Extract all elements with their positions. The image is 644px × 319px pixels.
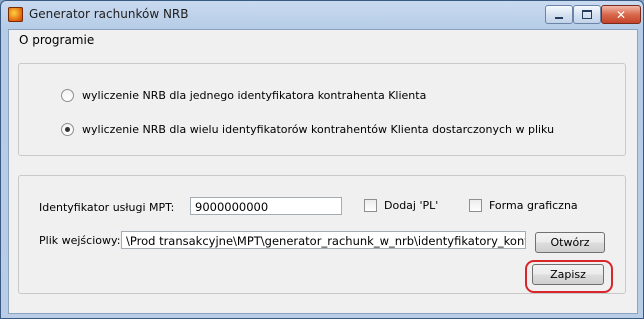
add-pl-label: Dodaj 'PL'	[384, 199, 439, 212]
mode-group: wyliczenie NRB dla jednego identyfikator…	[18, 63, 626, 156]
main-window: Generator rachunków NRB ✕ O programie wy…	[0, 0, 644, 319]
graphic-form-checkbox[interactable]: Forma graficzna	[469, 199, 578, 212]
graphic-form-label: Forma graficzna	[489, 199, 578, 212]
input-file-path[interactable]: \Prod transakcyjne\MPT\generator_rachunk…	[121, 231, 526, 249]
input-file-label: Plik wejściowy:	[39, 234, 121, 247]
minimize-button[interactable]	[545, 5, 573, 24]
client-area: O programie wyliczenie NRB dla jednego i…	[8, 29, 638, 314]
add-pl-checkbox[interactable]: Dodaj 'PL'	[364, 199, 438, 212]
maximize-icon	[582, 10, 592, 19]
save-button[interactable]: Zapisz	[532, 264, 604, 285]
maximize-button[interactable]	[573, 5, 601, 24]
close-icon: ✕	[615, 7, 627, 22]
radio-single-id[interactable]: wyliczenie NRB dla jednego identyfikator…	[61, 89, 426, 102]
service-id-input[interactable]: 9000000000	[190, 197, 342, 215]
radio-single-label: wyliczenie NRB dla jednego identyfikator…	[82, 89, 427, 102]
radio-multi-label: wyliczenie NRB dla wielu identyfikatorów…	[82, 123, 555, 136]
radio-multi-id[interactable]: wyliczenie NRB dla wielu identyfikatorów…	[61, 123, 554, 136]
minimize-icon	[555, 16, 563, 19]
title-bar[interactable]: Generator rachunków NRB ✕	[1, 1, 643, 29]
service-id-label: Identyfikator usługi MPT:	[39, 201, 175, 214]
app-icon	[8, 7, 23, 22]
radio-button-multi[interactable]	[61, 123, 74, 136]
graphic-form-checkbox-box[interactable]	[469, 199, 482, 212]
settings-group: Identyfikator usługi MPT: 9000000000 Dod…	[18, 175, 626, 294]
menu-item-o-programie[interactable]: O programie	[19, 33, 94, 47]
menu-bar: O programie	[9, 30, 637, 50]
radio-button-single[interactable]	[61, 89, 74, 102]
window-title: Generator rachunków NRB	[29, 7, 189, 21]
open-button[interactable]: Otwórz	[535, 232, 605, 253]
add-pl-checkbox-box[interactable]	[364, 199, 377, 212]
close-button[interactable]: ✕	[601, 5, 641, 24]
